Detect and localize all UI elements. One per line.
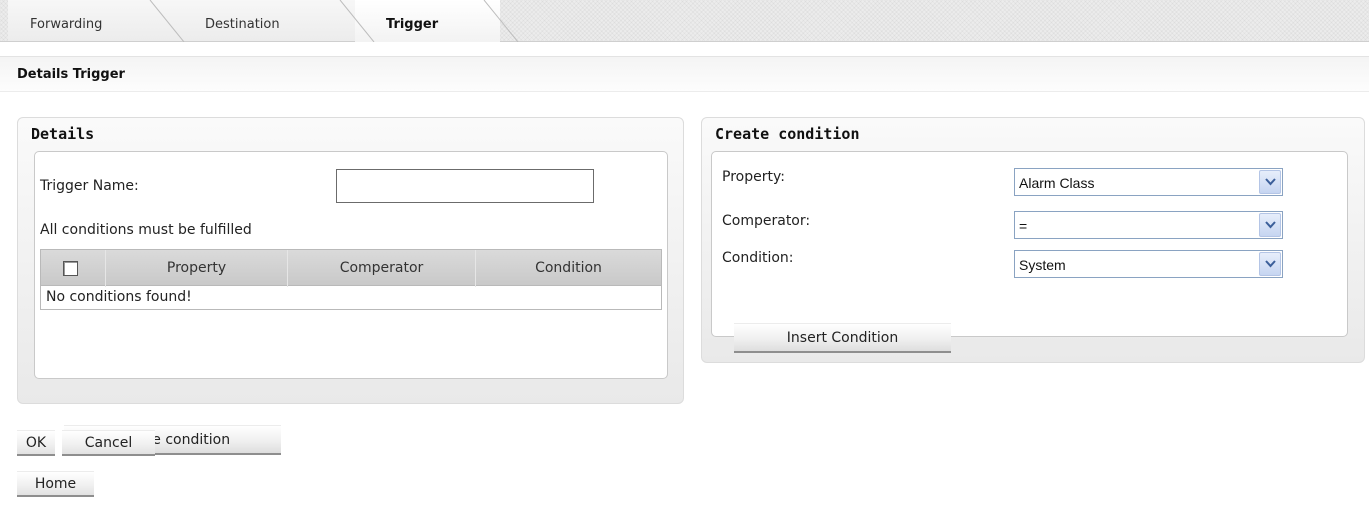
create-condition-title: Create condition [715, 125, 860, 143]
tab-divider-1 [149, 0, 185, 42]
property-select[interactable]: Alarm Class [1014, 168, 1283, 196]
column-header-condition[interactable]: Condition [475, 250, 661, 287]
column-header-comperator[interactable]: Comperator [287, 250, 475, 287]
chevron-down-icon[interactable] [1259, 252, 1281, 276]
select-all-checkbox[interactable] [63, 261, 78, 276]
create-condition-panel: Create condition Property: Alarm Class C… [701, 117, 1365, 363]
table-header: Property Comperator Condition [40, 249, 662, 287]
tab-divider-3 [483, 0, 519, 42]
comperator-select[interactable]: = [1014, 211, 1283, 239]
details-panel: Details Trigger Name: All conditions mus… [17, 117, 684, 455]
condition-label: Condition: [722, 250, 794, 266]
trigger-name-label: Trigger Name: [40, 178, 139, 194]
ok-button[interactable]: OK [17, 430, 55, 456]
section-header: Details Trigger [0, 56, 1369, 92]
tab-bar: Forwarding Destination Trigger [0, 0, 1369, 42]
condition-select-value: System [1019, 257, 1066, 273]
tab-trigger-label: Trigger [386, 17, 439, 32]
column-header-property[interactable]: Property [105, 250, 287, 287]
property-label: Property: [722, 169, 785, 185]
details-panel-body: Trigger Name: All conditions must be ful… [34, 151, 668, 455]
details-panel-title: Details [31, 125, 95, 143]
home-button[interactable]: Home [17, 471, 94, 497]
tab-forwarding[interactable]: Forwarding [8, 0, 163, 42]
condition-select[interactable]: System [1014, 250, 1283, 278]
tab-forwarding-label: Forwarding [30, 17, 103, 32]
trigger-name-input[interactable] [336, 169, 594, 203]
page-title: Details Trigger [17, 67, 125, 82]
tab-destination-label: Destination [205, 17, 280, 32]
empty-message: No conditions found! [40, 286, 662, 310]
insert-condition-button[interactable]: Insert Condition [734, 323, 951, 353]
select-all-cell [41, 250, 105, 287]
chevron-down-icon[interactable] [1259, 170, 1281, 194]
fulfilled-text: All conditions must be fulfilled [40, 222, 252, 238]
chevron-down-icon[interactable] [1259, 213, 1281, 237]
cancel-button[interactable]: Cancel [62, 430, 155, 456]
tab-divider-2 [339, 0, 375, 42]
comperator-label: Comperator: [722, 213, 811, 229]
create-condition-body: Property: Alarm Class Comperator: = Cond… [711, 151, 1348, 353]
property-select-value: Alarm Class [1019, 175, 1095, 191]
tab-destination[interactable]: Destination [163, 0, 355, 42]
conditions-table: Property Comperator Condition No conditi… [40, 249, 662, 310]
comperator-select-value: = [1019, 218, 1028, 234]
